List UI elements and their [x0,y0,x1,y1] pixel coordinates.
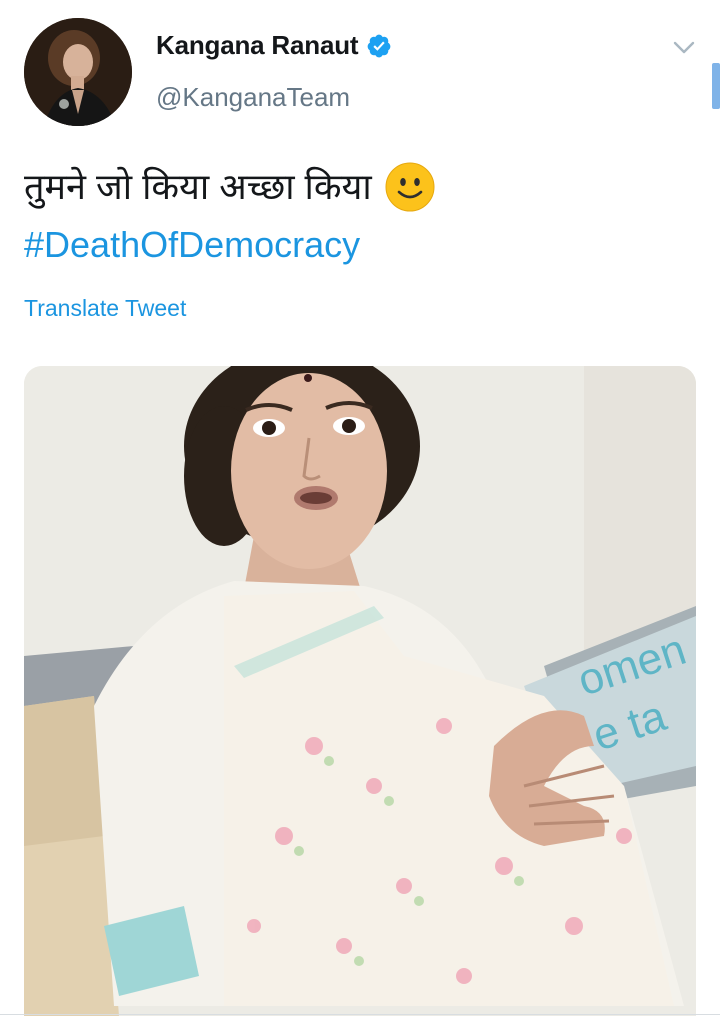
author-handle[interactable]: @KanganaTeam [156,82,350,113]
tweet-text-hindi: तुमने जो किया अच्छा किया [24,166,372,207]
tweet-text: तुमने जो किया अच्छा किया #DeathOfDemocra… [24,158,694,274]
slightly-smiling-face-icon [384,161,436,213]
verified-badge-icon [366,33,392,59]
divider [0,1014,720,1015]
scrollbar-thumb[interactable] [712,63,720,109]
display-name[interactable]: Kangana Ranaut [156,30,359,61]
avatar[interactable] [24,18,132,126]
author-name-row: Kangana Ranaut [156,30,392,61]
tweet-text-line: तुमने जो किया अच्छा किया [24,158,694,216]
translate-tweet-link[interactable]: Translate Tweet [24,295,186,322]
media-video-thumbnail[interactable]: omen e ta [24,366,696,1016]
chevron-down-icon[interactable] [672,38,696,58]
hashtag-link[interactable]: #DeathOfDemocracy [24,216,360,274]
tweet-hashtag-line: #DeathOfDemocracy [24,216,694,274]
tweet-card: Kangana Ranaut @KanganaTeam तुमने जो किय… [0,0,720,1025]
